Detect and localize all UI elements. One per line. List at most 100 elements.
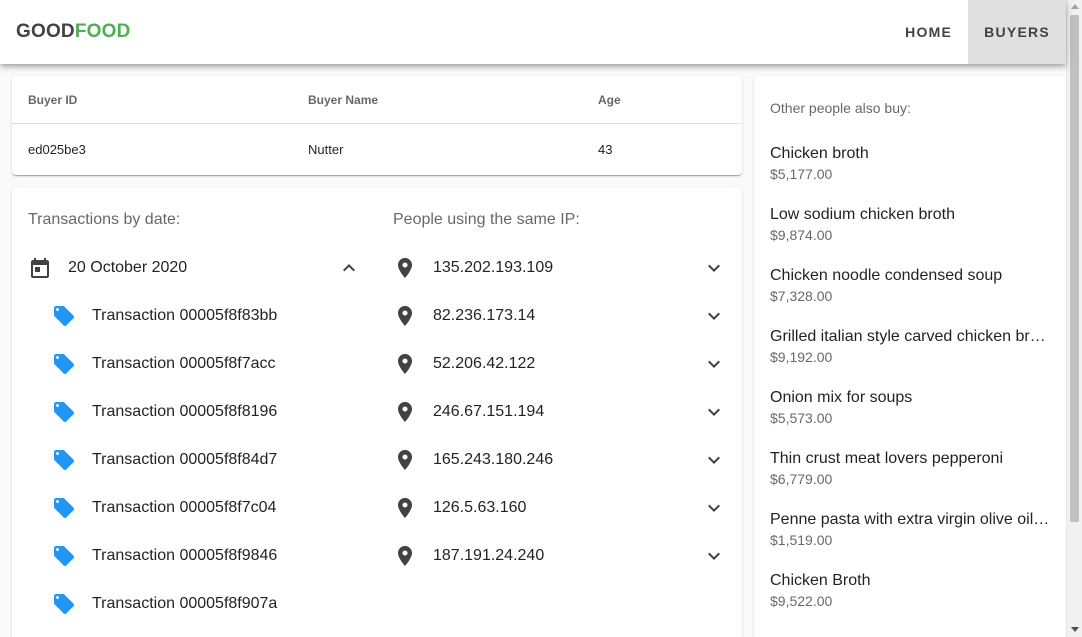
nav-home-button[interactable]: HOME bbox=[889, 0, 968, 64]
same-ip-item[interactable]: 135.202.193.109 bbox=[377, 244, 742, 292]
page-scrollbar[interactable] bbox=[1066, 0, 1082, 637]
buyer-name-cell: Nutter bbox=[308, 142, 344, 157]
product-name: Chicken broth bbox=[770, 145, 869, 162]
product-item[interactable]: Penne pasta with extra virgin olive oil … bbox=[770, 510, 1050, 549]
chevron-down-icon[interactable] bbox=[702, 352, 726, 376]
column-header-buyer-id: Buyer ID bbox=[28, 92, 78, 107]
ip-address: 82.236.173.14 bbox=[433, 307, 536, 324]
chevron-down-icon[interactable] bbox=[702, 544, 726, 568]
product-price: $6,779.00 bbox=[770, 471, 833, 487]
same-ip-item[interactable]: 52.206.42.122 bbox=[377, 340, 742, 388]
product-price: $9,522.00 bbox=[770, 593, 833, 609]
chevron-down-icon[interactable] bbox=[702, 448, 726, 472]
buyer-age-cell: 43 bbox=[598, 142, 613, 157]
transaction-item[interactable]: Transaction 00005f8f9846 bbox=[12, 532, 377, 580]
tag-icon bbox=[52, 592, 76, 616]
location-pin-icon bbox=[393, 496, 417, 520]
transaction-label: Transaction 00005f8f84d7 bbox=[92, 451, 278, 468]
ip-address: 187.191.24.240 bbox=[433, 547, 545, 564]
logo-food: FOOD bbox=[74, 21, 131, 42]
chevron-down-icon[interactable] bbox=[702, 496, 726, 520]
transaction-label: Transaction 00005f8f7acc bbox=[92, 355, 276, 372]
product-price: $9,192.00 bbox=[770, 349, 833, 365]
table-row: ed025be3 Nutter 43 bbox=[12, 124, 742, 175]
product-item[interactable]: Chicken noodle condensed soup $7,328.00 bbox=[770, 266, 1050, 305]
location-pin-icon bbox=[393, 400, 417, 424]
tag-icon bbox=[52, 544, 76, 568]
tag-icon bbox=[52, 496, 76, 520]
transaction-item[interactable]: Transaction 00005f8f7acc bbox=[12, 340, 377, 388]
ip-address: 126.5.63.160 bbox=[433, 499, 527, 516]
top-nav: HOME BUYERS bbox=[889, 0, 1066, 64]
product-price: $7,328.00 bbox=[770, 288, 833, 304]
transaction-label: Transaction 00005f8f7c04 bbox=[92, 499, 277, 516]
same-ip-item[interactable]: 82.236.173.14 bbox=[377, 292, 742, 340]
product-price: $5,177.00 bbox=[770, 166, 833, 182]
column-header-buyer-name: Buyer Name bbox=[308, 92, 379, 107]
same-ip-title: People using the same IP: bbox=[393, 211, 580, 228]
column-header-age: Age bbox=[598, 92, 621, 107]
ip-address: 52.206.42.122 bbox=[433, 355, 536, 372]
transaction-item[interactable]: Transaction 00005f8f907a bbox=[12, 580, 377, 628]
chevron-down-icon[interactable] bbox=[702, 304, 726, 328]
scroll-down-arrow-icon[interactable] bbox=[1071, 627, 1079, 632]
ip-address: 165.243.180.246 bbox=[433, 451, 554, 468]
tag-icon bbox=[52, 448, 76, 472]
transaction-date: 20 October 2020 bbox=[68, 259, 188, 276]
product-item[interactable]: Onion mix for soups $5,573.00 bbox=[770, 388, 1050, 427]
product-item[interactable]: Chicken Broth $9,522.00 bbox=[770, 571, 1050, 610]
location-pin-icon bbox=[393, 304, 417, 328]
same-ip-item[interactable]: 187.191.24.240 bbox=[377, 532, 742, 580]
same-ip-item[interactable]: 126.5.63.160 bbox=[377, 484, 742, 532]
location-pin-icon bbox=[393, 256, 417, 280]
product-item[interactable]: Thin crust meat lovers pepperoni $6,779.0… bbox=[770, 449, 1050, 488]
calendar-icon bbox=[28, 256, 52, 280]
scroll-up-arrow-icon[interactable] bbox=[1071, 4, 1079, 9]
chevron-down-icon[interactable] bbox=[702, 256, 726, 280]
logo-good: GOOD bbox=[16, 21, 75, 42]
chevron-up-icon[interactable] bbox=[337, 256, 361, 280]
product-name: Grilled italian style carved chicken bre… bbox=[770, 328, 1050, 345]
transaction-label: Transaction 00005f8f907a bbox=[92, 595, 278, 612]
transactions-card: Transactions by date: People using the s… bbox=[12, 188, 742, 637]
transaction-item[interactable]: Transaction 00005f8f7c04 bbox=[12, 484, 377, 532]
same-ip-item[interactable]: 165.243.180.246 bbox=[377, 436, 742, 484]
logo[interactable]: GOODFOOD bbox=[16, 21, 131, 43]
product-name: Low sodium chicken broth bbox=[770, 206, 955, 223]
transaction-item[interactable]: Transaction 00005f8f84d7 bbox=[12, 436, 377, 484]
tag-icon bbox=[52, 352, 76, 376]
location-pin-icon bbox=[393, 448, 417, 472]
product-name: Chicken Broth bbox=[770, 572, 871, 589]
product-price: $1,519.00 bbox=[770, 532, 833, 548]
product-name: Penne pasta with extra virgin olive oil … bbox=[770, 511, 1050, 528]
transaction-item[interactable]: Transaction 00005f8f8196 bbox=[12, 388, 377, 436]
recommendations-subtitle: Other people also buy: bbox=[770, 100, 911, 116]
nav-buyers-button[interactable]: BUYERS bbox=[968, 0, 1066, 64]
transactions-title: Transactions by date: bbox=[28, 211, 181, 228]
product-item[interactable]: Low sodium chicken broth $9,874.00 bbox=[770, 205, 1050, 244]
product-item[interactable]: Grilled italian style carved chicken bre… bbox=[770, 327, 1050, 366]
product-name: Chicken noodle condensed soup bbox=[770, 267, 1003, 284]
buyer-id-cell: ed025be3 bbox=[28, 142, 86, 157]
transaction-item[interactable]: Transaction 00005f8f83bb bbox=[12, 292, 377, 340]
date-group-header[interactable]: 20 October 2020 bbox=[12, 244, 377, 292]
recommendations-panel: Other people also buy: Chicken broth $5,1… bbox=[754, 76, 1066, 637]
product-price: $9,874.00 bbox=[770, 227, 833, 243]
ip-address: 246.67.151.194 bbox=[433, 403, 545, 420]
transaction-label: Transaction 00005f8f9846 bbox=[92, 547, 278, 564]
product-name: Onion mix for soups bbox=[770, 389, 913, 406]
product-price: $5,573.00 bbox=[770, 410, 833, 426]
product-name: Thin crust meat lovers pepperoni bbox=[770, 450, 1003, 467]
scrollbar-thumb[interactable] bbox=[1070, 15, 1079, 522]
chevron-down-icon[interactable] bbox=[702, 400, 726, 424]
tag-icon bbox=[52, 304, 76, 328]
same-ip-item[interactable]: 246.67.151.194 bbox=[377, 388, 742, 436]
ip-address: 135.202.193.109 bbox=[433, 259, 554, 276]
transaction-label: Transaction 00005f8f8196 bbox=[92, 403, 278, 420]
location-pin-icon bbox=[393, 352, 417, 376]
transaction-label: Transaction 00005f8f83bb bbox=[92, 307, 278, 324]
product-item[interactable]: Chicken broth $5,177.00 bbox=[770, 144, 1050, 183]
tag-icon bbox=[52, 400, 76, 424]
app-bar: GOODFOOD HOME BUYERS bbox=[0, 0, 1066, 64]
buyer-info-table: Buyer ID Buyer Name Age ed025be3 Nutter … bbox=[12, 76, 742, 175]
